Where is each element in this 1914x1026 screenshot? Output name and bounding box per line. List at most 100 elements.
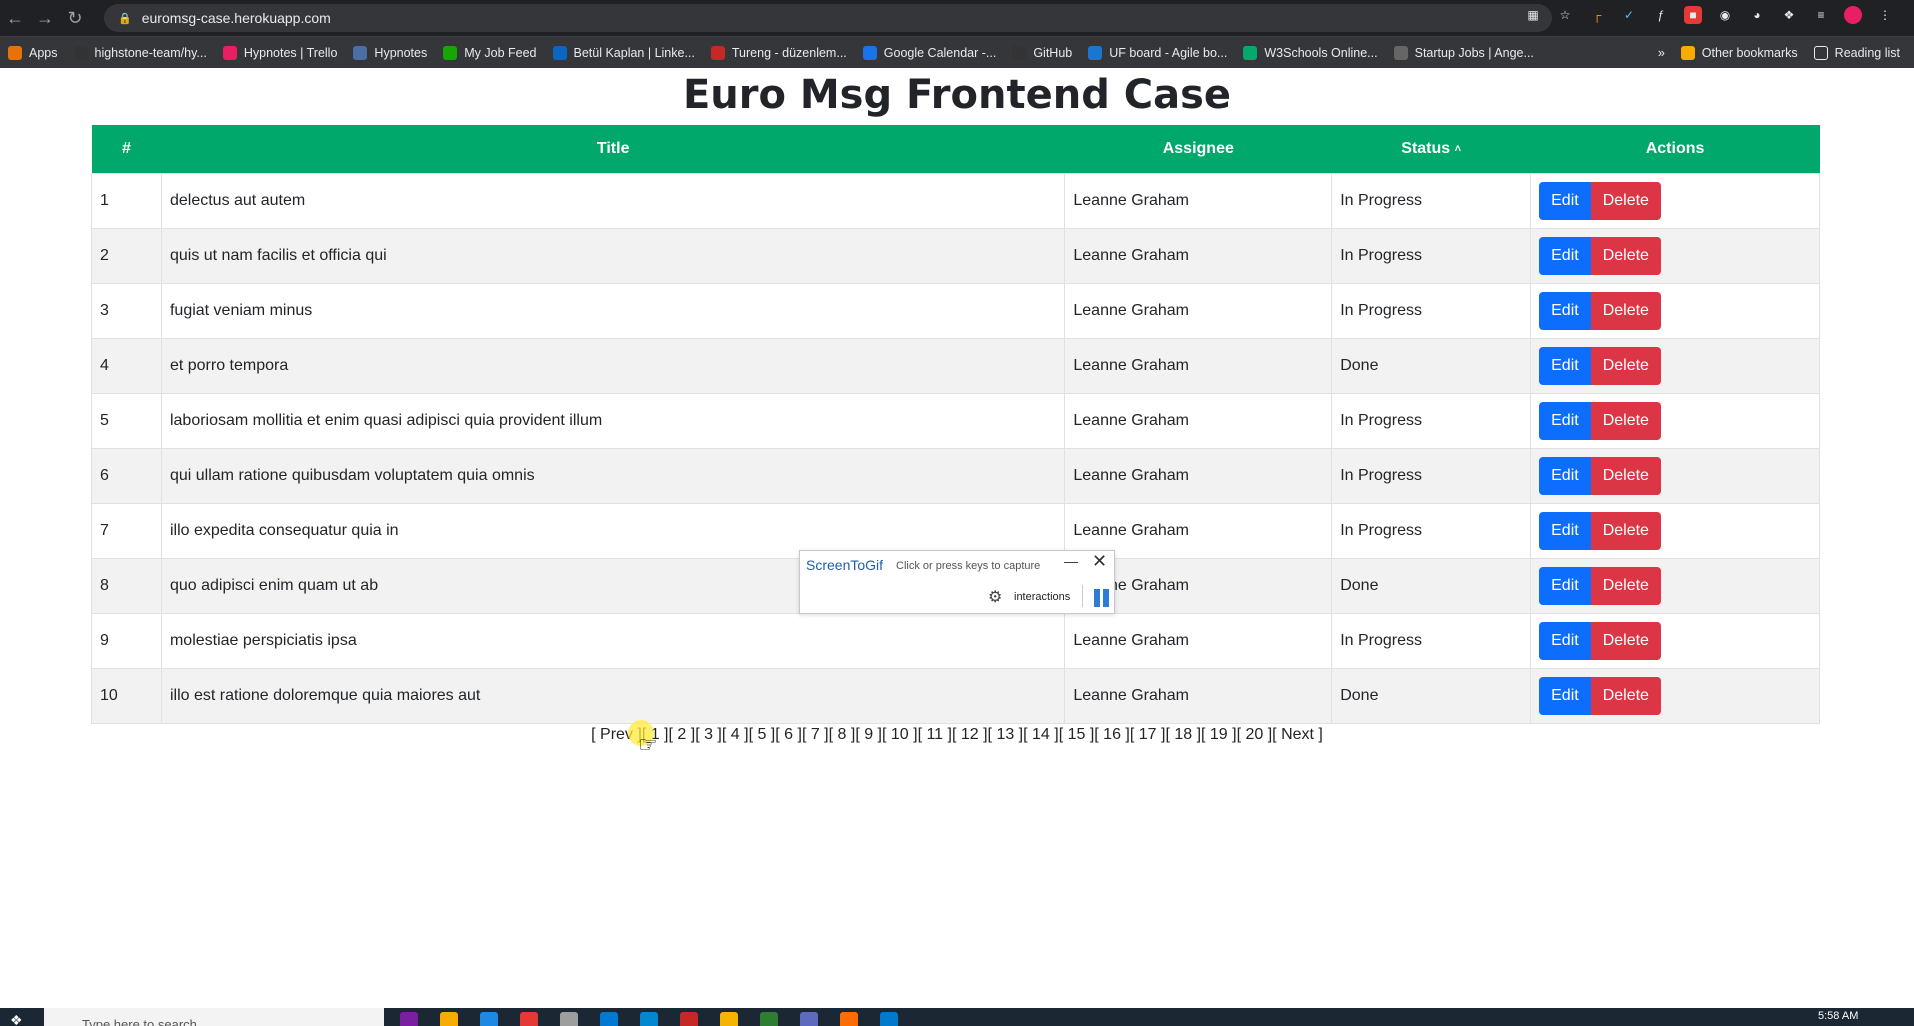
bookmark-favicon-icon (222, 45, 237, 60)
extension-icon[interactable]: ✓ (1620, 6, 1638, 24)
pagination-page[interactable]: 16 (1103, 726, 1121, 743)
pagination-page[interactable]: 6 (784, 726, 793, 743)
pagination-page[interactable]: 19 (1210, 726, 1228, 743)
cell-title: delectus aut autem (160, 172, 1065, 228)
delete-button[interactable]: Delete (1590, 401, 1661, 440)
bookmark-item[interactable]: My Job Feed (435, 37, 544, 68)
bookmark-item[interactable]: Startup Jobs | Ange... (1386, 37, 1542, 68)
minimize-icon[interactable]: — (1064, 553, 1078, 569)
cell-actions: Edit Delete (1530, 172, 1820, 228)
reading-list[interactable]: Reading list (1806, 37, 1908, 68)
taskbar-search-input[interactable]: Type here to search (44, 1008, 384, 1026)
pagination-page[interactable]: 3 (704, 726, 713, 743)
extension-icon[interactable]: ■ (1684, 6, 1702, 24)
firefox-icon[interactable] (840, 1012, 858, 1026)
bookmark-item[interactable]: W3Schools Online... (1235, 37, 1385, 68)
pause-icon[interactable] (1094, 589, 1110, 607)
other-bookmarks[interactable]: Other bookmarks (1673, 37, 1806, 68)
edit-button[interactable]: Edit (1539, 236, 1591, 275)
delete-button[interactable]: Delete (1590, 676, 1661, 715)
back-arrow-icon[interactable]: ← (0, 3, 30, 33)
bookmark-item[interactable]: Apps (0, 37, 66, 68)
windows-start-icon[interactable]: ❖ (10, 1012, 26, 1026)
delete-button[interactable]: Delete (1590, 346, 1661, 385)
pagination-page[interactable]: 11 (926, 726, 943, 743)
pagination-page[interactable]: 12 (961, 726, 979, 743)
chrome-icon[interactable] (720, 1012, 738, 1026)
gear-icon[interactable]: ⚙ (988, 587, 1002, 607)
discord-icon[interactable] (800, 1012, 818, 1026)
folder-icon[interactable] (440, 1012, 458, 1026)
forward-arrow-icon[interactable]: → (30, 3, 60, 33)
app-icon[interactable] (680, 1012, 698, 1026)
edit-button[interactable]: Edit (1539, 511, 1591, 550)
edit-button[interactable]: Edit (1539, 676, 1591, 715)
delete-button[interactable]: Delete (1590, 456, 1661, 495)
cell-status: Done (1331, 337, 1531, 393)
edit-button[interactable]: Edit (1539, 291, 1591, 330)
pagination-page[interactable]: 10 (891, 726, 909, 743)
bookmark-item[interactable]: GitHub (1004, 37, 1080, 68)
pagination-page[interactable]: 4 (731, 726, 740, 743)
extension-icon[interactable]: ◕ (1748, 6, 1766, 24)
bookmarks-more-button[interactable]: » (1650, 37, 1673, 68)
pagination-page[interactable]: 5 (757, 726, 766, 743)
pagination-page[interactable]: 15 (1068, 726, 1086, 743)
close-icon[interactable]: ✕ (1092, 551, 1107, 572)
star-icon[interactable]: ☆ (1556, 6, 1574, 24)
bookmark-item[interactable]: Hypnotes | Trello (215, 37, 346, 68)
visual-studio-icon[interactable] (400, 1012, 418, 1026)
app-icon[interactable] (520, 1012, 538, 1026)
edge-icon[interactable] (640, 1012, 658, 1026)
delete-button[interactable]: Delete (1590, 566, 1661, 605)
edit-button[interactable]: Edit (1539, 181, 1591, 220)
bookmark-item[interactable]: UF board - Agile bo... (1080, 37, 1235, 68)
extension-icon[interactable]: ┌ (1588, 6, 1606, 24)
pagination-page[interactable]: 7 (811, 726, 820, 743)
menu-icon[interactable]: ⋮ (1876, 6, 1894, 24)
outlook-icon[interactable] (600, 1012, 618, 1026)
address-bar[interactable]: 🔒 euromsg-case.herokuapp.com (104, 4, 1552, 32)
pagination-page[interactable]: 13 (996, 726, 1014, 743)
edit-button[interactable]: Edit (1539, 456, 1591, 495)
pagination-page[interactable]: 8 (838, 726, 847, 743)
cell-assignee: Leanne Graham (1064, 227, 1332, 283)
pagination-page[interactable]: 20 (1245, 726, 1263, 743)
edit-button[interactable]: Edit (1539, 621, 1591, 660)
media-icon[interactable]: ≡ (1812, 6, 1830, 24)
pagination-page[interactable]: 14 (1032, 726, 1050, 743)
cell-actions: Edit Delete (1530, 502, 1820, 558)
pagination-next[interactable]: Next (1281, 726, 1314, 743)
bookmark-item[interactable]: highstone-team/hy... (66, 37, 215, 68)
pagination-page[interactable]: 9 (864, 726, 873, 743)
puzzle-icon[interactable]: ❖ (1780, 6, 1798, 24)
bookmark-item[interactable]: Hypnotes (345, 37, 435, 68)
delete-button[interactable]: Delete (1590, 621, 1661, 660)
edit-button[interactable]: Edit (1539, 566, 1591, 605)
bookmark-item[interactable]: Tureng - düzenlem... (703, 37, 855, 68)
excel-icon[interactable] (760, 1012, 778, 1026)
avatar[interactable] (1844, 6, 1862, 24)
bookmark-item[interactable]: Google Calendar -... (855, 37, 1005, 68)
delete-button[interactable]: Delete (1590, 511, 1661, 550)
overlay-hint: Click or press keys to capture (896, 560, 1041, 572)
edit-button[interactable]: Edit (1539, 346, 1591, 385)
app-icon[interactable] (560, 1012, 578, 1026)
install-icon[interactable]: ▦ (1524, 6, 1542, 24)
bookmark-item[interactable]: Betül Kaplan | Linke... (545, 37, 703, 68)
vscode-icon[interactable] (880, 1012, 898, 1026)
pagination-page[interactable]: 2 (677, 726, 686, 743)
edit-button[interactable]: Edit (1539, 401, 1591, 440)
calculator-icon[interactable] (480, 1012, 498, 1026)
pagination-page[interactable]: 17 (1139, 726, 1157, 743)
interactions-label[interactable]: interactions (1014, 591, 1070, 603)
extension-icon[interactable]: ƒ (1652, 6, 1670, 24)
delete-button[interactable]: Delete (1590, 181, 1661, 220)
extension-icon[interactable]: ◉ (1716, 6, 1734, 24)
bookmark-label: W3Schools Online... (1264, 45, 1378, 60)
reload-icon[interactable]: ↻ (60, 3, 90, 33)
delete-button[interactable]: Delete (1590, 291, 1661, 330)
pagination-page[interactable]: 18 (1174, 726, 1192, 743)
delete-button[interactable]: Delete (1590, 236, 1661, 275)
column-header-status[interactable]: Status ˄ (1331, 125, 1531, 173)
